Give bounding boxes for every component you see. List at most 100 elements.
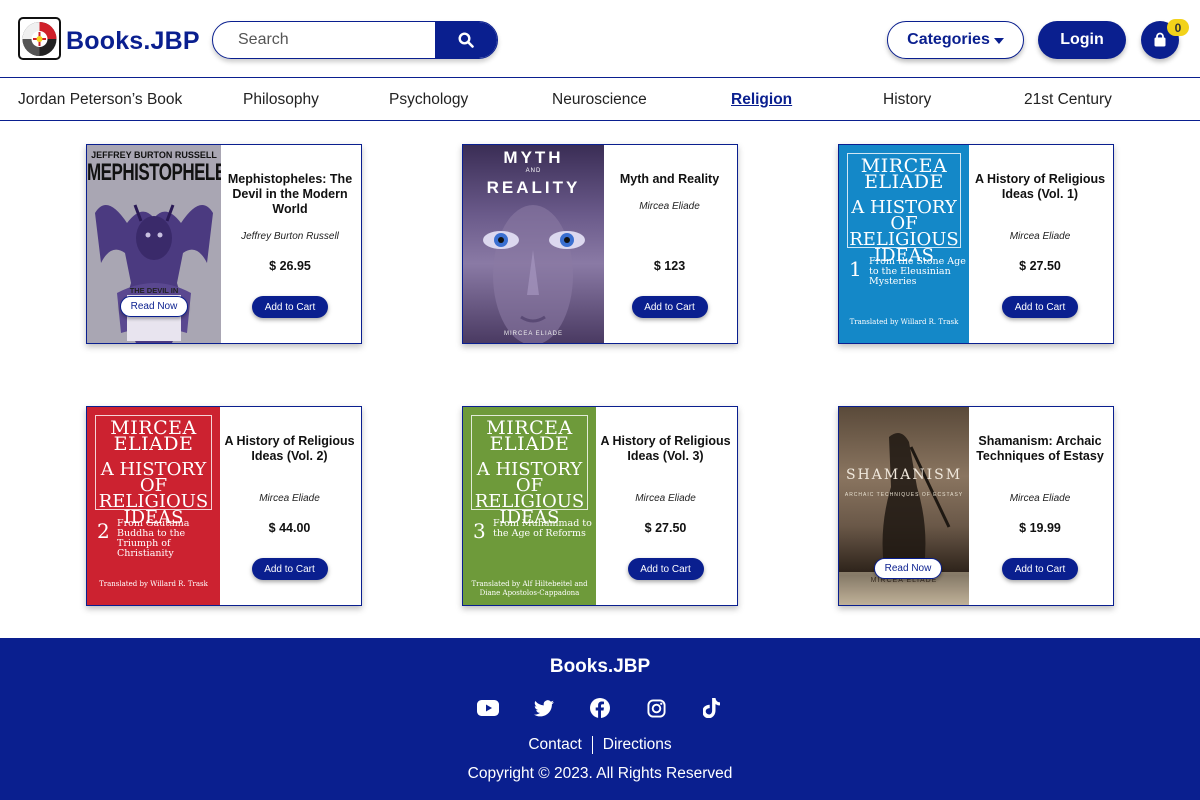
cover-title: A HISTORY OF RELIGIOUS IDEAS [849,197,959,266]
instagram-icon[interactable] [644,696,668,720]
twitter-icon[interactable] [532,696,556,720]
search-input[interactable] [213,22,437,57]
book-cover-myth-and-reality[interactable]: MYTH AND REALITY MIRCEA ELIADE [463,145,604,343]
book-card: MYTH AND REALITY MIRCEA ELIADE Myth and … [462,144,738,344]
book-cover-history-vol-2[interactable]: MIRCEA ELIADE A HISTORY OF RELIGIOUS IDE… [87,407,220,605]
book-info: A History of Religious Ideas (Vol. 2) Mi… [218,407,361,605]
book-card: SHAMANISM ARCHAIC TECHNIQUES OF ECSTASY … [838,406,1114,606]
book-info: A History of Religious Ideas (Vol. 1) Mi… [967,145,1113,343]
book-price: $ 123 [653,259,686,273]
categories-dropdown[interactable]: Categories [887,21,1024,59]
footer-links: Contact Directions [0,736,1200,754]
add-to-cart-button[interactable]: Add to Cart [631,296,708,318]
shopping-bag-icon [1154,32,1166,47]
cover-frame: MIRCEA ELIADE A HISTORY OF RELIGIOUS IDE… [471,415,588,527]
cover-title: SHAMANISM [845,467,963,483]
cover-volume: 1 [849,257,862,281]
book-author: Mircea Eliade [1009,493,1071,504]
book-cover-history-vol-1[interactable]: MIRCEA ELIADE A HISTORY OF RELIGIOUS IDE… [839,145,969,343]
cover-author: MIRCEA ELIADE [110,417,197,455]
add-to-cart-button[interactable]: Add to Cart [251,558,328,580]
book-author: Mircea Eliade [1009,231,1071,242]
book-price: $ 27.50 [1019,259,1061,273]
devil-illustration [95,204,213,343]
book-cover-shamanism[interactable]: SHAMANISM ARCHAIC TECHNIQUES OF ECSTASY … [839,407,969,605]
cart-count-badge: 0 [1167,19,1189,36]
youtube-icon[interactable] [476,696,500,720]
book-info: Shamanism: Archaic Techniques of Estasy … [967,407,1113,605]
social-links [476,696,724,720]
contact-link[interactable]: Contact [528,736,581,753]
book-title[interactable]: A History of Religious Ideas (Vol. 3) [600,434,731,464]
login-button[interactable]: Login [1038,21,1126,59]
cover-title-and: AND [525,168,542,174]
read-now-button[interactable]: Read Now [874,558,942,579]
link-divider [591,736,593,754]
nav-item-21st-century[interactable]: 21st Century [1024,91,1112,109]
nav-item-psychology[interactable]: Psychology [389,91,468,109]
cover-translator: Translated by Willard R. Trask [99,580,208,588]
search-icon [458,32,474,48]
book-price: $ 44.00 [268,521,311,535]
cover-frame: MIRCEA ELIADE A HISTORY OF RELIGIOUS IDE… [95,415,212,527]
book-card: MIRCEA ELIADE A HISTORY OF RELIGIOUS IDE… [86,406,362,606]
cover-title: A HISTORY OF RELIGIOUS IDEAS [474,459,585,528]
footer-brand[interactable]: Books.JBP [0,656,1200,678]
add-to-cart-button[interactable]: Add to Cart [1002,296,1078,318]
copyright: Copyright © 2023. All Rights Reserved [467,765,733,782]
add-to-cart-button[interactable]: Add to Cart [1002,558,1078,580]
book-title[interactable]: Myth and Reality [608,172,731,187]
nav-item-neuroscience[interactable]: Neuroscience [552,91,647,109]
book-title[interactable]: Shamanism: Archaic Techniques of Estasy [973,434,1107,464]
book-author: Jeffrey Burton Russell [241,231,339,242]
book-info: Myth and Reality Mircea Eliade $ 123 Add… [602,145,737,343]
caret-down-icon [993,38,1004,44]
cover-volume: 3 [473,519,486,543]
directions-link[interactable]: Directions [603,736,672,753]
cover-author: MIRCEA ELIADE [860,155,948,193]
cover-title: A HISTORY OF RELIGIOUS IDEAS [98,459,209,528]
book-cover-history-vol-3[interactable]: MIRCEA ELIADE A HISTORY OF RELIGIOUS IDE… [463,407,596,605]
book-info: A History of Religious Ideas (Vol. 3) Mi… [594,407,737,605]
nav-item-jordan-petersons-book[interactable]: Jordan Peterson’s Book [18,91,182,109]
cover-subtitle: From the Stone Age to the Eleusinian Mys… [869,256,966,287]
book-info: Mephistopheles: The Devil in the Modern … [219,145,361,343]
add-to-cart-button[interactable]: Add to Cart [252,296,328,318]
add-to-cart-button[interactable]: Add to Cart [627,558,704,580]
categories-label: Categories [907,31,990,48]
search-bar [212,21,498,59]
header: Books.JBP Categories Login 0 [0,0,1200,78]
book-author: Mircea Eliade [639,201,700,212]
tiktok-icon[interactable] [700,696,724,720]
nav-item-religion[interactable]: Religion [731,91,792,109]
read-now-button[interactable]: Read Now [120,296,188,317]
cover-translator: Translated by Willard R. Trask [849,318,959,326]
facebook-icon[interactable] [588,696,612,720]
cover-title-line1: MYTH [503,148,564,167]
face-illustration [483,205,585,343]
cover-subtitle: From Gautama Buddha to the Triumph of Ch… [117,518,190,559]
cover-subtitle: From Muhammad to the Age of Reforms [493,518,592,539]
book-author: Mircea Eliade [259,493,320,504]
cover-translator: Translated by Alf Hiltebeitel and Diane … [471,580,588,597]
cover-volume: 2 [97,519,110,543]
book-price: $ 27.50 [644,521,687,535]
book-title[interactable]: Mephistopheles: The Devil in the Modern … [225,172,355,217]
book-card: JEFFREY BURTON RUSSELL MEPHISTOPHELES TH… [86,144,362,344]
cover-author: MIRCEA ELIADE [503,331,563,337]
cover-author: MIRCEA ELIADE [486,417,573,455]
category-nav: Jordan Peterson’s Book Philosophy Psycho… [0,79,1200,121]
book-cover-mephistopheles[interactable]: JEFFREY BURTON RUSSELL MEPHISTOPHELES TH… [87,145,221,343]
cover-title-line2: REALITY [486,178,581,197]
footer: Books.JBP Contact Directions Copyright © … [0,638,1200,800]
book-card: MIRCEA ELIADE A HISTORY OF RELIGIOUS IDE… [838,144,1114,344]
search-button[interactable] [435,22,497,58]
nav-item-philosophy[interactable]: Philosophy [243,91,319,109]
brand-logo[interactable] [18,17,61,60]
book-price: $ 26.95 [269,259,311,273]
book-card: MIRCEA ELIADE A HISTORY OF RELIGIOUS IDE… [462,406,738,606]
brand-name[interactable]: Books.JBP [66,27,200,56]
nav-item-history[interactable]: History [883,91,931,109]
book-title[interactable]: A History of Religious Ideas (Vol. 1) [973,172,1107,202]
book-title[interactable]: A History of Religious Ideas (Vol. 2) [224,434,355,464]
